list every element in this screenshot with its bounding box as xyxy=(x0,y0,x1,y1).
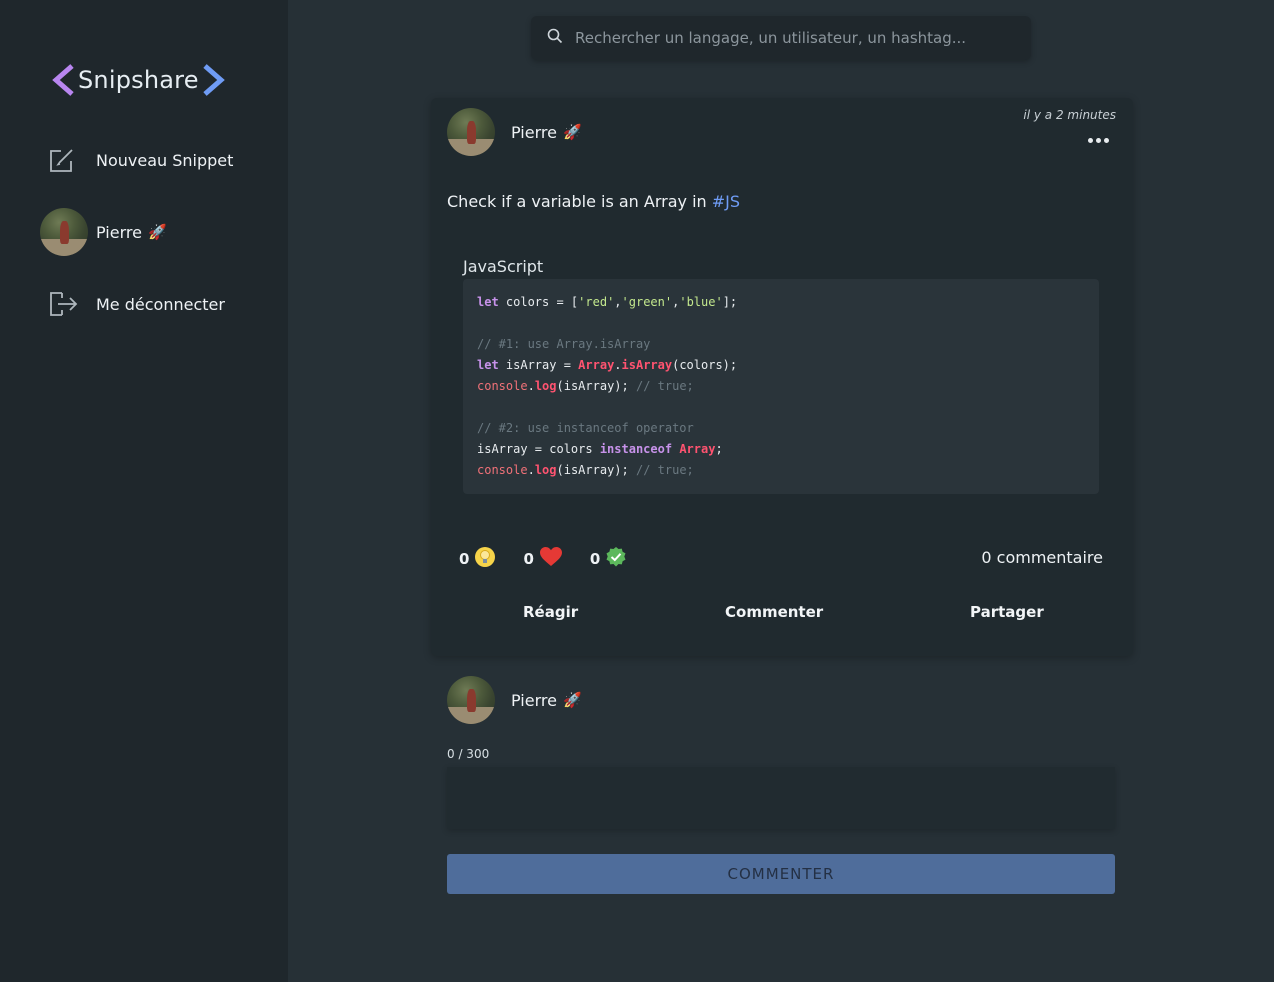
comment-count[interactable]: 0 commentaire xyxy=(981,548,1103,567)
avatar xyxy=(40,208,88,256)
sidebar-item-profile[interactable]: Pierre 🚀 xyxy=(40,208,167,256)
reaction-approve[interactable]: 0 xyxy=(590,546,627,572)
sidebar-item-label: Nouveau Snippet xyxy=(96,150,234,170)
hashtag-link[interactable]: #JS xyxy=(712,192,740,211)
left-bracket-icon xyxy=(52,64,74,96)
post-text-body: Check if a variable is an Array in xyxy=(447,192,712,211)
avatar xyxy=(447,676,495,724)
check-badge-icon xyxy=(605,546,627,572)
code-line: console.log(isArray); // true; xyxy=(477,463,694,477)
reaction-love[interactable]: 0 xyxy=(523,546,562,572)
code-line: let isArray = Array.isArray(colors); xyxy=(477,358,738,372)
lightbulb-icon xyxy=(474,546,496,572)
post-author[interactable]: Pierre 🚀 xyxy=(447,108,582,156)
avatar xyxy=(447,108,495,156)
share-button[interactable]: Partager xyxy=(970,603,1044,621)
code-line: // #1: use Array.isArray xyxy=(477,337,651,351)
more-options-icon[interactable] xyxy=(1088,138,1109,143)
sidebar-item-logout[interactable]: Me déconnecter xyxy=(40,280,225,328)
author-name: Pierre xyxy=(511,690,557,710)
sidebar-item-new-snippet[interactable]: Nouveau Snippet xyxy=(40,136,233,184)
sidebar-item-label: Me déconnecter xyxy=(96,294,225,314)
reaction-count: 0 xyxy=(589,550,601,568)
react-button[interactable]: Réagir xyxy=(523,603,578,621)
code-line: let colors = ['red','green','blue']; xyxy=(477,295,738,309)
code-block: let colors = ['red','green','blue']; // … xyxy=(463,279,1099,494)
comment-author: Pierre 🚀 xyxy=(447,676,582,724)
submit-comment-button[interactable]: COMMENTER xyxy=(447,854,1115,894)
search-input[interactable] xyxy=(575,29,995,47)
reaction-counts: 0 0 0 xyxy=(459,546,654,572)
logo[interactable]: Snipshare xyxy=(50,62,227,98)
post-timestamp: il y a 2 minutes xyxy=(1023,108,1116,122)
post-actions: Réagir Commenter Partager xyxy=(431,603,1133,633)
reaction-count: 0 xyxy=(523,550,534,568)
reaction-idea[interactable]: 0 xyxy=(459,546,496,572)
reaction-count: 0 xyxy=(459,550,470,568)
code-line: // #2: use instanceof operator xyxy=(477,421,694,435)
logout-icon xyxy=(40,280,88,328)
comment-input[interactable] xyxy=(447,767,1115,829)
rocket-icon: 🚀 xyxy=(562,691,582,709)
rocket-icon: 🚀 xyxy=(147,223,167,241)
logo-text: Snipshare xyxy=(78,66,199,94)
language-label: JavaScript xyxy=(463,257,544,276)
code-line: isArray = colors instanceof Array; xyxy=(477,442,723,456)
search-bar xyxy=(531,16,1031,60)
sidebar-item-label: Pierre xyxy=(96,222,142,242)
post-text: Check if a variable is an Array in #JS xyxy=(447,192,740,211)
char-counter: 0 / 300 xyxy=(447,747,490,761)
code-line: console.log(isArray); // true; xyxy=(477,379,694,393)
search-icon xyxy=(547,28,563,48)
edit-icon xyxy=(40,136,88,184)
comment-button[interactable]: Commenter xyxy=(725,603,823,621)
post-card: Pierre 🚀 il y a 2 minutes Check if a var… xyxy=(431,98,1133,656)
author-name: Pierre xyxy=(511,122,557,142)
rocket-icon: 🚀 xyxy=(562,123,582,141)
right-bracket-icon xyxy=(203,64,225,96)
sidebar: Snipshare Nouveau Snippet Pierre 🚀 Me dé… xyxy=(0,0,288,982)
heart-icon xyxy=(539,546,563,572)
